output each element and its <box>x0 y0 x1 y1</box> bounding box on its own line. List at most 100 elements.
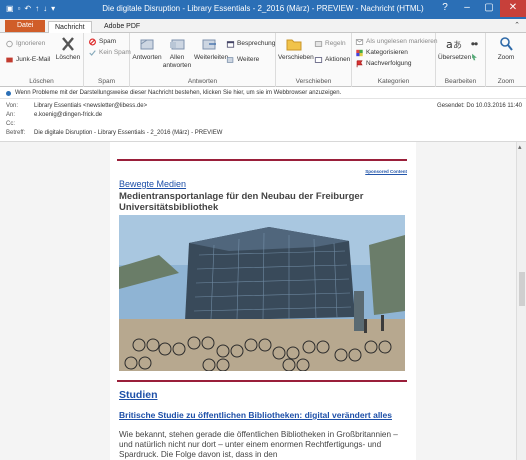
tab-message[interactable]: Nachricht <box>48 21 92 33</box>
select-button[interactable] <box>470 53 479 61</box>
more-respond-icon <box>226 56 234 63</box>
ignore-label: Ignorieren <box>16 40 46 47</box>
flag-icon <box>356 59 363 67</box>
info-bar[interactable]: Wenn Probleme mit der Darstellungsweise … <box>0 88 526 99</box>
group-spam: Spam Kein Spam Spam <box>84 33 131 87</box>
article-title-link[interactable]: Britische Studie zu öffentlichen Bibliot… <box>119 410 404 420</box>
meeting-button[interactable]: Besprechung <box>226 39 275 48</box>
sponsored-link[interactable]: Sponsored Content <box>365 169 407 174</box>
ribbon: Ignorieren Junk-E-Mail Löschen Löschen S… <box>0 33 526 87</box>
kicker-link[interactable]: Bewegte Medien <box>119 179 186 189</box>
reply-all-icon <box>170 39 185 50</box>
svg-text:あ: あ <box>453 40 462 51</box>
group-move: Verschieben Regeln Aktionen Verschieben <box>276 33 352 87</box>
junk-button[interactable]: Junk-E-Mail <box>5 55 50 64</box>
folder-move-icon <box>286 39 302 51</box>
select-cursor-icon <box>472 53 477 61</box>
message-headers: Von: Library Essentials <newsletter@libes… <box>0 100 526 142</box>
group-delete-label: Löschen <box>29 78 54 85</box>
article-headline: Medientransportanlage für den Neubau der… <box>119 191 364 213</box>
more-respond-button[interactable]: Weitere <box>226 55 259 64</box>
cc-label: Cc: <box>6 121 15 127</box>
section-heading-link[interactable]: Studien <box>119 389 158 401</box>
group-move-label: Verschieben <box>295 78 332 85</box>
delete-button[interactable]: Löschen <box>54 36 82 62</box>
from-value[interactable]: Library Essentials <newsletter@libess.de… <box>34 103 147 109</box>
reading-pane: Sponsored Content Bewegte Medien Medient… <box>0 142 516 460</box>
group-respond: Antworten Allen antworten Weiterleiten B… <box>130 33 276 87</box>
help-button[interactable]: ? <box>434 0 456 17</box>
cc-row: Cc: <box>6 121 34 127</box>
rules-button[interactable]: Regeln <box>314 39 346 48</box>
mark-unread-button[interactable]: Als ungelesen markieren <box>355 37 438 46</box>
calendar-icon <box>226 40 235 48</box>
spam-button[interactable]: Spam <box>88 37 116 46</box>
reply-icon <box>140 39 154 50</box>
reply-button[interactable]: Antworten <box>132 36 162 62</box>
group-spam-label: Spam <box>98 78 115 85</box>
zoom-label: Zoom <box>497 54 515 61</box>
meeting-label: Besprechung <box>237 40 276 47</box>
mark-unread-label: Als ungelesen markieren <box>366 38 438 45</box>
window-controls: ? – ▢ ✕ <box>434 0 526 17</box>
followup-button[interactable]: Nachverfolgung <box>355 59 412 68</box>
to-value[interactable]: e.koenig@dingen-frick.de <box>34 112 102 118</box>
categorize-icon <box>356 49 363 56</box>
collapse-ribbon-icon[interactable]: ⌃ <box>514 21 520 29</box>
scroll-thumb[interactable] <box>519 272 525 306</box>
library-building-photo <box>119 215 405 371</box>
group-respond-label: Antworten <box>187 78 218 85</box>
move-button[interactable]: Verschieben <box>278 36 314 62</box>
zoom-button[interactable]: Zoom <box>490 36 522 62</box>
more-respond-label: Weitere <box>237 56 260 63</box>
ignore-icon <box>6 40 13 47</box>
actions-button[interactable]: Aktionen <box>314 55 350 64</box>
forward-button[interactable]: Weiterleiten <box>194 36 228 62</box>
magnifier-icon <box>500 37 513 51</box>
tab-adobe-pdf[interactable]: Adobe PDF <box>98 21 146 33</box>
reply-all-button[interactable]: Allen antworten <box>162 36 192 70</box>
tab-file[interactable]: Datei <box>5 20 46 32</box>
scroll-up-icon[interactable]: ▴ <box>518 143 522 151</box>
to-label: An: <box>6 112 16 118</box>
junk-label: Junk-E-Mail <box>16 56 51 63</box>
info-bar-text: Wenn Probleme mit der Darstellungsweise … <box>15 90 342 96</box>
close-button[interactable]: ✕ <box>500 0 526 17</box>
forward-label: Weiterleiten <box>194 54 229 61</box>
no-spam-label: Kein Spam <box>99 49 131 56</box>
ignore-button[interactable]: Ignorieren <box>5 39 45 48</box>
group-zoom: Zoom Zoom <box>486 33 526 87</box>
actions-label: Aktionen <box>325 56 351 63</box>
reply-all-label: Allen antworten <box>162 54 192 69</box>
ribbon-tabs: Datei Nachricht Adobe PDF ⌃ <box>0 19 526 33</box>
categorize-button[interactable]: Kategorisieren <box>355 48 408 57</box>
article-body: Wie bekannt, stehen gerade die öffentlic… <box>119 430 398 459</box>
move-label: Verschieben <box>278 54 314 61</box>
group-zoom-label: Zoom <box>497 78 515 85</box>
vertical-scrollbar[interactable]: ▴ <box>516 142 526 460</box>
group-editing-label: Bearbeiten <box>444 78 477 85</box>
checkmark-icon <box>89 49 96 56</box>
delete-icon <box>62 37 74 51</box>
group-delete: Ignorieren Junk-E-Mail Löschen Löschen <box>0 33 84 87</box>
title-bar: ▣ ▫ ↶ ↑ ↓ ▾ Die digitale Disruption - Li… <box>0 0 526 19</box>
binoculars-icon <box>471 42 478 46</box>
delete-label: Löschen <box>55 54 81 61</box>
translate-label: Übersetzen <box>438 54 472 61</box>
svg-text:a: a <box>446 38 453 51</box>
translate-button[interactable]: aあ Übersetzen <box>438 36 472 62</box>
rules-icon <box>314 40 323 47</box>
from-row: Von: Library Essentials <newsletter@libes… <box>6 103 147 109</box>
subject-label: Betreff: <box>6 130 26 136</box>
minimize-button[interactable]: – <box>456 0 478 17</box>
categorize-label: Kategorisieren <box>366 49 408 56</box>
junk-icon <box>6 57 13 62</box>
find-button[interactable] <box>470 39 479 47</box>
forward-icon <box>202 39 216 50</box>
maximize-button[interactable]: ▢ <box>478 0 500 17</box>
group-tags-label: Kategorien <box>377 78 410 85</box>
no-spam-button[interactable]: Kein Spam <box>88 48 131 57</box>
group-tags: Als ungelesen markieren Kategorisieren N… <box>352 33 438 87</box>
translate-icon: aあ <box>446 38 462 51</box>
envelope-icon <box>355 38 364 45</box>
